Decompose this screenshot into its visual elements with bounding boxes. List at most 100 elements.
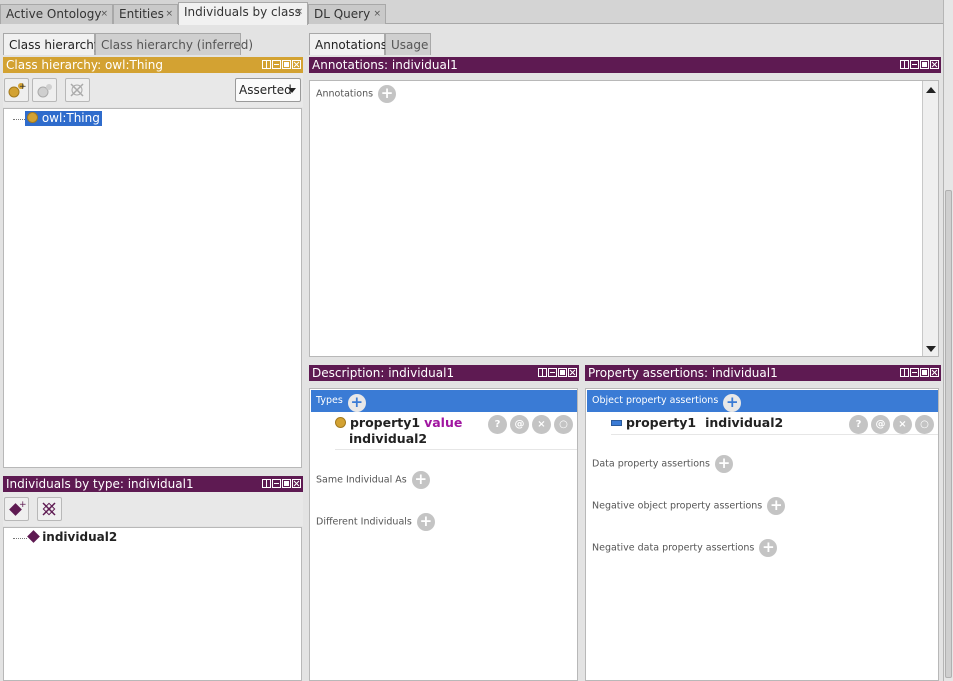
- property-assertions-titlebar: Property assertions: individual1: [585, 365, 941, 381]
- hierarchy-mode-dropdown[interactable]: Asserted: [235, 78, 301, 102]
- split-icon[interactable]: [900, 368, 909, 377]
- object-property-header: Object property assertions +: [587, 390, 938, 412]
- annotations-scrollbar[interactable]: [922, 81, 938, 356]
- types-header: Types +: [311, 390, 577, 412]
- close-icon[interactable]: [292, 60, 301, 69]
- annotations-titlebar: Annotations: individual1: [309, 57, 941, 73]
- split-icon[interactable]: [900, 60, 909, 69]
- add-negative-object-property-button[interactable]: +: [767, 497, 786, 515]
- close-icon[interactable]: ×: [165, 9, 173, 19]
- scroll-up-icon[interactable]: [926, 87, 936, 93]
- section-label: Different Individuals: [316, 516, 412, 528]
- object-property-icon: [611, 420, 622, 426]
- assertion-row-actions: ? @ × ○: [849, 415, 934, 434]
- add-data-property-button[interactable]: +: [715, 455, 734, 473]
- delete-individual-button[interactable]: [37, 497, 62, 521]
- delete-individual-icon: [42, 502, 56, 516]
- dropdown-value: Asserted: [239, 83, 292, 97]
- close-icon[interactable]: [930, 368, 939, 377]
- minimize-icon[interactable]: [272, 479, 281, 488]
- add-sibling-icon: [37, 84, 52, 98]
- tab-label: DL Query: [314, 7, 371, 21]
- tab-label: Entities: [119, 7, 164, 21]
- close-icon[interactable]: ×: [373, 9, 381, 19]
- close-icon[interactable]: [930, 60, 939, 69]
- tab-entities[interactable]: Entities ×: [113, 4, 178, 24]
- maximize-icon[interactable]: [920, 368, 929, 377]
- target-individual: individual2: [349, 431, 428, 446]
- annotate-icon[interactable]: @: [871, 415, 890, 434]
- annotate-icon[interactable]: @: [510, 415, 529, 434]
- delete-icon[interactable]: ×: [893, 415, 912, 434]
- split-icon[interactable]: [262, 60, 271, 69]
- data-property-section: Data property assertions +: [592, 455, 734, 473]
- list-item[interactable]: individual2: [27, 530, 117, 544]
- add-individual-button[interactable]: +: [4, 497, 29, 521]
- tree-node-owl-thing[interactable]: owl:Thing: [25, 111, 102, 126]
- section-label: Same Individual As: [316, 474, 407, 486]
- class-hierarchy-toolbar: + Asserted: [3, 73, 303, 107]
- explain-icon[interactable]: ?: [849, 415, 868, 434]
- explain-icon[interactable]: ?: [488, 415, 507, 434]
- split-icon[interactable]: [538, 368, 547, 377]
- minimize-icon[interactable]: [272, 60, 281, 69]
- scroll-down-icon[interactable]: [926, 346, 936, 352]
- tab-individuals-by-class[interactable]: Individuals by class ×: [178, 2, 308, 25]
- maximize-icon[interactable]: [920, 60, 929, 69]
- add-different-individual-button[interactable]: +: [416, 513, 435, 531]
- window-scrollbar[interactable]: [943, 0, 953, 681]
- maximize-icon[interactable]: [558, 368, 567, 377]
- minimize-icon[interactable]: [910, 60, 919, 69]
- close-icon[interactable]: [568, 368, 577, 377]
- tab-label: Active Ontology: [6, 7, 102, 21]
- chevron-down-icon: [288, 88, 296, 93]
- negative-data-property-section: Negative data property assertions +: [592, 539, 778, 557]
- individuals-toolbar: +: [3, 492, 303, 526]
- add-negative-data-property-button[interactable]: +: [759, 539, 778, 557]
- tab-class-hierarchy-inferred[interactable]: Class hierarchy (inferred): [95, 33, 253, 55]
- edit-icon[interactable]: ○: [554, 415, 573, 434]
- property-assertions-panel: Object property assertions + property1 i…: [585, 388, 939, 681]
- tab-annotations[interactable]: Annotations: [309, 33, 387, 55]
- delete-icon[interactable]: ×: [532, 415, 551, 434]
- add-subclass-button[interactable]: +: [4, 78, 29, 102]
- minimize-icon[interactable]: [548, 368, 557, 377]
- class-tree: owl:Thing: [3, 108, 302, 468]
- section-label: Negative object property assertions: [592, 500, 763, 512]
- individuals-by-type-titlebar: Individuals by type: individual1: [3, 476, 303, 492]
- tab-dl-query[interactable]: DL Query ×: [308, 4, 386, 24]
- add-type-button[interactable]: +: [347, 394, 366, 412]
- add-subclass-icon: +: [8, 82, 27, 98]
- object-property-assertion[interactable]: property1 individual2: [611, 415, 783, 430]
- close-icon[interactable]: ×: [100, 9, 108, 19]
- maximize-icon[interactable]: [282, 60, 291, 69]
- add-same-individual-button[interactable]: +: [411, 471, 430, 489]
- section-label: Types: [316, 395, 343, 406]
- description-panel: Types + property1 value individual2 ? @ …: [309, 388, 578, 681]
- row-divider: [611, 434, 938, 435]
- add-object-property-button[interactable]: +: [723, 394, 742, 412]
- split-icon[interactable]: [262, 479, 271, 488]
- top-tab-bar: Active Ontology × Entities × Individuals b…: [0, 0, 943, 25]
- add-sibling-button[interactable]: [32, 78, 57, 102]
- same-individual-section: Same Individual As +: [316, 471, 430, 489]
- add-annotation-button[interactable]: +: [378, 85, 397, 103]
- section-label: Data property assertions: [592, 458, 711, 470]
- panel-title: Class hierarchy: owl:Thing: [6, 58, 163, 72]
- delete-class-button[interactable]: [65, 78, 90, 102]
- tab-active-ontology[interactable]: Active Ontology ×: [0, 4, 113, 24]
- scrollbar-thumb[interactable]: [945, 190, 952, 678]
- svg-text:+: +: [19, 82, 27, 92]
- different-individuals-section: Different Individuals +: [316, 513, 435, 531]
- tab-usage[interactable]: Usage: [385, 33, 431, 55]
- type-expression[interactable]: property1 value individual2: [335, 415, 462, 447]
- annotations-panel: Annotations +: [309, 80, 939, 357]
- close-icon[interactable]: [292, 479, 301, 488]
- tab-class-hierarchy[interactable]: Class hierarchy: [3, 33, 101, 55]
- panel-title: Individuals by type: individual1: [6, 477, 194, 491]
- minimize-icon[interactable]: [910, 368, 919, 377]
- view-controls: [538, 368, 577, 377]
- maximize-icon[interactable]: [282, 479, 291, 488]
- close-icon[interactable]: ×: [295, 7, 303, 17]
- edit-icon[interactable]: ○: [915, 415, 934, 434]
